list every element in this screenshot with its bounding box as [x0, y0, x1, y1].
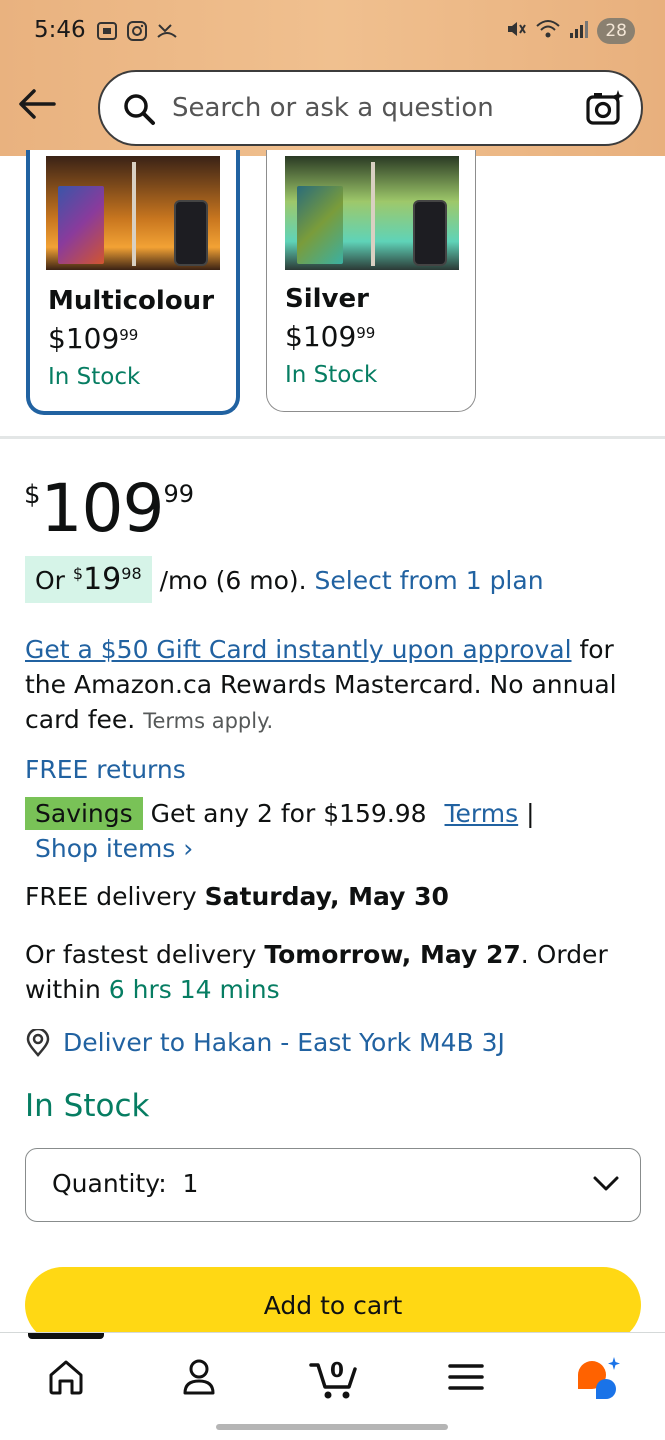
monthly-price-highlight: Or $1998 — [25, 556, 152, 603]
back-button[interactable] — [18, 86, 58, 126]
variant-name: Multicolour — [48, 286, 215, 316]
deliver-to-link[interactable]: Deliver to Hakan - East York M4B 3J — [25, 1028, 505, 1057]
delivery-countdown: 6 hrs 14 mins — [108, 975, 280, 1004]
status-right: 28 — [505, 18, 635, 44]
terms-apply: Terms apply. — [143, 709, 274, 733]
variant-name: Silver — [285, 284, 369, 314]
variant-card-silver[interactable]: Silver $10999 In Stock — [266, 150, 476, 412]
status-icons — [95, 20, 179, 42]
camera-search-icon[interactable] — [585, 88, 625, 132]
active-tab-indicator — [28, 1333, 104, 1339]
status-bar: 5:46 28 — [0, 0, 665, 64]
variant-card-multicolour[interactable]: Multicolour $10999 In Stock — [26, 150, 240, 415]
select-plan-link[interactable]: Select from 1 plan — [315, 566, 544, 595]
battery-indicator: 28 — [597, 18, 635, 44]
search-input[interactable] — [170, 88, 570, 128]
savings-offer: Savings Get any 2 for $159.98 Terms | Sh… — [25, 796, 645, 866]
quantity-select[interactable]: Quantity: 1 — [25, 1148, 641, 1222]
free-returns-link[interactable]: FREE returns — [25, 755, 186, 784]
variant-price: $10999 — [48, 322, 139, 355]
gift-card-offer: Get a $50 Gift Card instantly upon appro… — [25, 635, 617, 734]
wifi-icon — [535, 18, 561, 44]
variant-image — [285, 156, 459, 270]
mute-icon — [505, 18, 527, 44]
shop-items-link[interactable]: Shop items › — [35, 831, 645, 866]
instagram-icon — [125, 20, 149, 42]
nav-home[interactable] — [42, 1353, 90, 1401]
search-icon — [122, 92, 156, 130]
gesture-bar — [216, 1424, 448, 1430]
status-time: 5:46 — [34, 17, 86, 43]
variant-stock: In Stock — [48, 364, 141, 390]
gift-card-link[interactable]: Get a $50 Gift Card instantly upon appro… — [25, 635, 572, 664]
savings-badge: Savings — [25, 797, 143, 830]
variant-image — [46, 156, 220, 270]
screenshot-icon — [95, 20, 119, 42]
signal-icon — [569, 19, 589, 43]
header: 5:46 28 — [0, 0, 665, 156]
search-bar[interactable] — [98, 70, 643, 146]
nav-account[interactable] — [175, 1353, 223, 1401]
cart-count: 0 — [330, 1358, 344, 1382]
fastest-delivery: Or fastest delivery Tomorrow, May 27. Or… — [25, 940, 608, 1004]
variant-price: $10999 — [285, 320, 376, 353]
savings-terms-link[interactable]: Terms — [445, 799, 519, 828]
variant-stock: In Stock — [285, 362, 378, 388]
cart-icon: 0 — [309, 1358, 357, 1399]
location-pin-icon — [26, 1028, 50, 1057]
free-delivery: FREE delivery Saturday, May 30 — [25, 882, 449, 911]
divider — [0, 436, 665, 439]
product-price: $10999 — [24, 470, 195, 547]
menu-icon — [448, 1364, 484, 1390]
nav-menu[interactable] — [442, 1353, 490, 1401]
back-arrow-icon — [19, 89, 56, 119]
chevron-down-icon — [592, 1173, 620, 1199]
quantity-value: 1 — [182, 1169, 199, 1198]
nav-cart[interactable]: 0 — [307, 1353, 363, 1401]
stock-status: In Stock — [25, 1088, 150, 1124]
account-icon — [183, 1359, 215, 1395]
nav-rufus[interactable] — [574, 1353, 622, 1401]
rufus-icon — [578, 1357, 620, 1399]
home-icon — [49, 1360, 83, 1395]
missed-call-icon — [155, 20, 179, 42]
monthly-plan: Or $1998 /mo (6 mo). Select from 1 plan — [25, 556, 544, 603]
